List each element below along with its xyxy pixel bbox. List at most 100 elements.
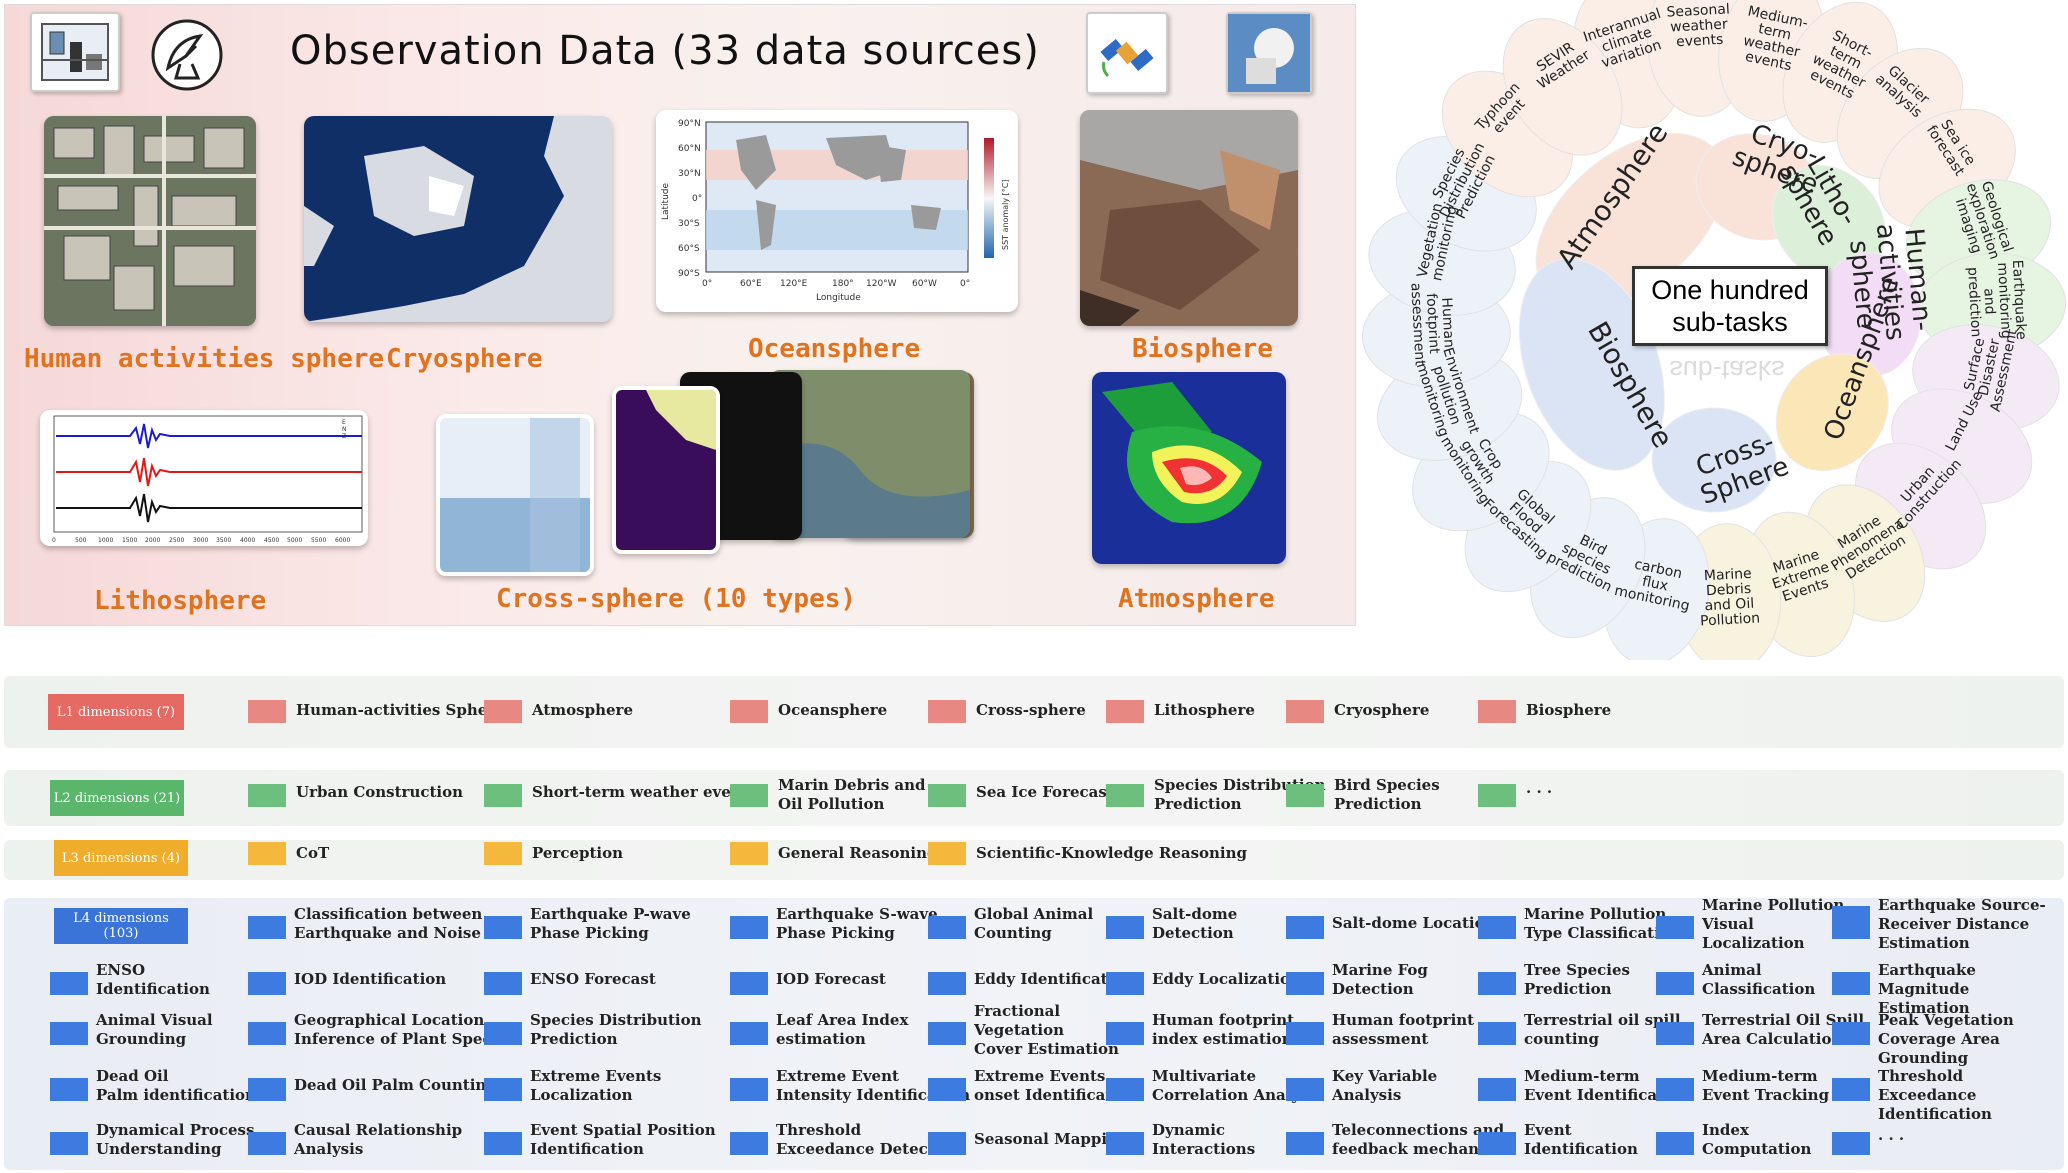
radar-dish-icon (150, 18, 224, 92)
seismo-tick: 2500 (169, 537, 184, 544)
l4-swatch (50, 972, 88, 995)
lon-tick: 60°E (740, 279, 762, 289)
l4-swatch (928, 916, 966, 939)
l4-swatch (1832, 906, 1870, 929)
l4-swatch (1106, 1132, 1144, 1155)
l4-item: Marine Fog Detection (1332, 961, 1428, 998)
l1-swatch (1478, 700, 1516, 723)
map-ylabel: Latitude (661, 182, 671, 220)
observation-title: Observation Data (33 data sources) (290, 28, 1040, 74)
l4-swatch (1478, 1132, 1516, 1155)
l4-item: Salt-dome Detection (1152, 905, 1238, 942)
wheel-center-reflection: sub-tasks (1669, 355, 1785, 385)
atmosphere-label: Atmosphere (1118, 584, 1275, 614)
l4-swatch (928, 1022, 966, 1045)
l3-swatch (730, 842, 768, 865)
l4-swatch (484, 916, 522, 939)
l2-item: Sea Ice Forecast (976, 783, 1114, 801)
l1-item: Cross-sphere (976, 701, 1086, 719)
l1-item: Atmosphere (532, 701, 634, 719)
l4-item: Human footprint assessment (1332, 1011, 1475, 1048)
seismo-legend: E (342, 419, 346, 426)
l1-swatch (730, 700, 768, 723)
l2-swatch (1106, 784, 1144, 807)
lat-tick: 90°S (678, 269, 700, 279)
l4-item: Dead Oil Palm identification (96, 1067, 256, 1104)
l3-swatch (484, 842, 522, 865)
lon-tick: 0° (960, 279, 970, 289)
l2-item: · · · (1526, 783, 1553, 801)
cross-sphere-image-2 (612, 386, 720, 554)
cbar-label: SST anomaly [°C] (1001, 180, 1010, 250)
l4-swatch (1478, 1022, 1516, 1045)
l3-swatch (928, 842, 966, 865)
l4-item: Medium-term Event Tracking (1702, 1067, 1830, 1104)
l2-item: Urban Construction (296, 783, 464, 801)
l4-item: Species Distribution Prediction (530, 1011, 702, 1048)
l4-swatch (484, 1078, 522, 1101)
l2-item: Short-term weather events (532, 783, 758, 801)
l4-item: Causal Relationship Analysis (294, 1121, 463, 1158)
l4-swatch (928, 1078, 966, 1101)
l4-swatch (1656, 1078, 1694, 1101)
l4-item: Dynamical Process Understanding (96, 1121, 255, 1158)
l4-item: Extreme Events Localization (530, 1067, 662, 1104)
l4-swatch (1286, 972, 1324, 995)
cryosphere-label: Cryosphere (386, 344, 543, 374)
l3-swatch (248, 842, 286, 865)
l1-item: Oceansphere (778, 701, 888, 719)
atmosphere-image (1092, 372, 1286, 564)
l4-swatch (1832, 1132, 1870, 1155)
l4-swatch (730, 1132, 768, 1155)
l4-swatch (1478, 1078, 1516, 1101)
l4-item: Threshold Exceedance Identification (1878, 1067, 1992, 1123)
lithosphere-label: Lithosphere (94, 586, 267, 616)
seismo-tick: 2000 (145, 537, 160, 544)
subtask-wheel: One hundred sub-tasks sub-tasks Atmosphe… (1360, 0, 2068, 673)
building-icon (30, 12, 120, 92)
l4-swatch (730, 972, 768, 995)
l4-swatch (484, 1022, 522, 1045)
l4-item: Marine Pollution Visual Localization (1702, 896, 1845, 952)
l4-swatch (1656, 1132, 1694, 1155)
l4-item: ENSO Forecast (530, 970, 656, 988)
l4-item: Human footprint index estimation (1152, 1011, 1295, 1048)
lat-tick: 0° (692, 194, 702, 204)
l4-item: Event Identification (1524, 1121, 1638, 1158)
l4-swatch (1656, 1022, 1694, 1045)
l2-swatch (484, 784, 522, 807)
seismo-tick: 1000 (98, 537, 113, 544)
l4-swatch (1286, 916, 1324, 939)
l4-swatch (1286, 1022, 1324, 1045)
wheel-center-title: One hundred sub-tasks (1632, 266, 1828, 346)
seismo-tick: 4500 (264, 537, 279, 544)
l4-swatch (1478, 972, 1516, 995)
l1-swatch (484, 700, 522, 723)
l4-swatch (248, 916, 286, 939)
l4-swatch (1832, 1078, 1870, 1101)
l4-swatch (50, 1132, 88, 1155)
l3-tag: L3 dimensions (4) (54, 840, 188, 876)
lithosphere-seismogram: 0 500 1000 1500 2000 2500 3000 3500 4000… (40, 410, 368, 546)
lat-tick: 90°N (678, 119, 701, 129)
l4-swatch (1656, 916, 1694, 939)
l4-swatch (484, 1132, 522, 1155)
seismo-tick: 3000 (193, 537, 208, 544)
l2-swatch (928, 784, 966, 807)
seismo-legend: Z (342, 433, 346, 440)
lat-tick: 30°S (678, 219, 700, 229)
l4-item: Peak Vegetation Coverage Area Grounding (1878, 1011, 2014, 1067)
oceansphere-map: 90°N 60°N 30°N 0° 30°S 60°S 90°S 0° 60°E… (656, 110, 1018, 312)
l4-swatch (730, 916, 768, 939)
lon-tick: 0° (702, 279, 712, 289)
l4-item: · · · (1878, 1130, 1905, 1148)
l4-swatch (50, 1078, 88, 1101)
l4-swatch (1106, 1078, 1144, 1101)
seismo-tick: 6000 (335, 537, 350, 544)
l1-swatch (1106, 700, 1144, 723)
l2-tag: L2 dimensions (21) (50, 780, 184, 816)
lat-tick: 30°N (678, 169, 701, 179)
l4-item: Tree Species Prediction (1524, 961, 1630, 998)
l4-item: IOD Forecast (776, 970, 886, 988)
seismo-legend: N (342, 426, 347, 433)
